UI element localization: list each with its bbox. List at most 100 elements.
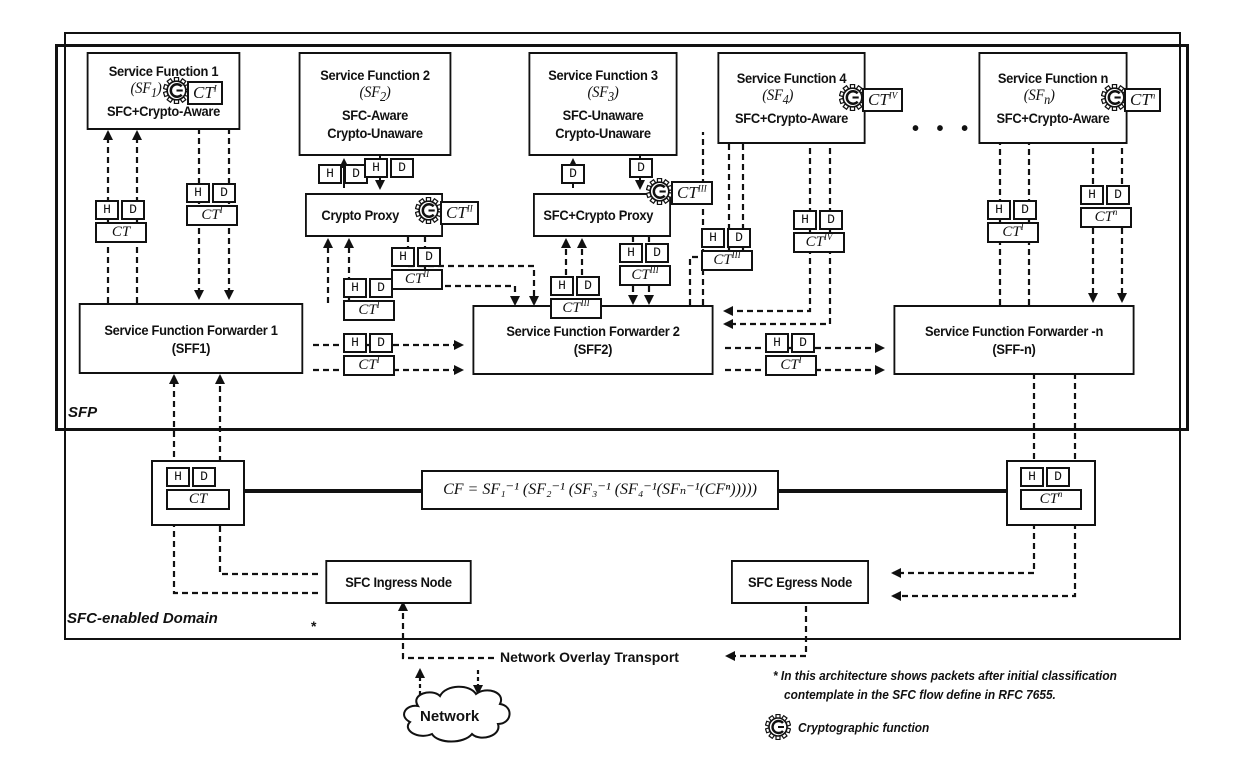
sfc-egress-node[interactable]: SFC Egress Node bbox=[731, 560, 869, 604]
packet: H D CTI bbox=[186, 183, 238, 226]
sff-id: (SFF1) bbox=[171, 339, 211, 356]
asterisk-marker: * bbox=[311, 618, 317, 634]
packet-data: D bbox=[369, 333, 393, 353]
packet-header: H bbox=[550, 276, 574, 296]
packet-header-data: D bbox=[561, 164, 585, 184]
sf-capability: SFC+Crypto-Aware bbox=[734, 110, 849, 127]
packet-header-data: D bbox=[629, 158, 653, 178]
network-label: Network bbox=[420, 708, 480, 725]
packet: H D CTII bbox=[391, 247, 443, 290]
packet-header: H bbox=[1020, 467, 1044, 487]
packet-header-data: HD bbox=[987, 200, 1039, 220]
packet-data: D bbox=[727, 228, 751, 248]
sf-capability: Crypto-Unaware bbox=[327, 125, 423, 142]
packet-data: D bbox=[192, 467, 216, 487]
packet: H D CTn bbox=[1080, 185, 1132, 228]
packet-header-data: HD bbox=[318, 164, 368, 184]
packet-data: D bbox=[561, 164, 585, 184]
sf-symbol: (SF1) bbox=[130, 79, 162, 101]
packet-crypto-text: CTn bbox=[1020, 489, 1082, 510]
packet-header: H bbox=[987, 200, 1011, 220]
packet-header-data: HD bbox=[550, 276, 602, 296]
packet-crypto-text: CTIII bbox=[701, 250, 753, 271]
packet-header: H bbox=[364, 158, 388, 178]
packet-crypto-text: CTIII bbox=[550, 298, 602, 319]
packet-crypto-text: CTI bbox=[186, 205, 238, 226]
link-transport-ingress bbox=[398, 601, 494, 660]
sff-title: Service Function Forwarder 1 bbox=[104, 321, 278, 338]
packet: H D CTIV bbox=[793, 210, 845, 253]
sff-id: (SFF2) bbox=[573, 341, 613, 357]
packet-crypto-text: CTn bbox=[1080, 207, 1132, 228]
packet-header: H bbox=[95, 200, 119, 220]
packet-header: H bbox=[318, 164, 342, 184]
sff-title: Service Function Forwarder -n bbox=[924, 323, 1104, 339]
packet-header: H bbox=[619, 243, 643, 263]
packet-header: H bbox=[793, 210, 817, 230]
packet-header: H bbox=[701, 228, 725, 248]
packet-crypto-text: CTII bbox=[391, 269, 443, 290]
packet: H D CTI bbox=[343, 278, 395, 321]
sf-capability: Crypto-Unaware bbox=[555, 125, 651, 142]
ingress-label: SFC Ingress Node bbox=[345, 574, 452, 590]
packet-data: D bbox=[417, 247, 441, 267]
sfc-ingress-node[interactable]: SFC Ingress Node bbox=[325, 560, 472, 604]
sff-1[interactable]: Service Function Forwarder 1 (SFF1) bbox=[78, 303, 304, 374]
packet-crypto-text: CTI bbox=[765, 355, 817, 376]
network-overlay-transport: Network Overlay Transport bbox=[500, 649, 679, 665]
packet-header-data: HD bbox=[619, 243, 671, 263]
sf-symbol: (SF3) bbox=[587, 83, 619, 105]
packet-data: D bbox=[1106, 185, 1130, 205]
egress-label: SFC Egress Node bbox=[748, 574, 852, 590]
sf-title: Service Function 3 bbox=[548, 66, 658, 83]
packet-header-data: HD bbox=[765, 333, 817, 353]
packet-data: D bbox=[1046, 467, 1070, 487]
footnote-line1: * In this architecture shows packets aft… bbox=[773, 669, 1117, 683]
packet-data: D bbox=[212, 183, 236, 203]
sfc-crypto-architecture-diagram: SFP SFC-enabled Domain Service Function … bbox=[0, 0, 1240, 782]
packet-header-data: HD bbox=[793, 210, 845, 230]
footnote-line2: contemplate in the SFC flow define in RF… bbox=[784, 688, 1056, 702]
packet-header: H bbox=[186, 183, 210, 203]
sf-symbol: (SFn) bbox=[1023, 86, 1055, 108]
cryptographic-function-legend-icon bbox=[764, 713, 792, 741]
sf-capability: SFC-Unaware bbox=[562, 107, 644, 124]
packet-header: H bbox=[343, 278, 367, 298]
packet-header-data: H D bbox=[166, 467, 230, 487]
packet-header-data: HD bbox=[364, 158, 414, 178]
packet-crypto-text: CTI bbox=[343, 355, 395, 376]
packet-crypto-text: CTIII bbox=[619, 265, 671, 286]
packet-header-data: H D bbox=[1020, 467, 1082, 487]
sf-title: Service Function n bbox=[997, 69, 1109, 86]
sff-id: (SFF-n) bbox=[992, 341, 1036, 357]
sff-title: Service Function Forwarder 2 bbox=[506, 323, 680, 339]
packet: H D CTI bbox=[343, 333, 395, 376]
packet-header-data: HD bbox=[391, 247, 443, 267]
packet-crypto-text: CTI bbox=[987, 222, 1039, 243]
crypto-tag-sfc-crypto-proxy: CTIII bbox=[671, 181, 713, 205]
packet-header-data: HD bbox=[186, 183, 238, 203]
packet-data: D bbox=[629, 158, 653, 178]
crypto-tag-sf1: CTI bbox=[187, 81, 223, 105]
service-function-2[interactable]: Service Function 2 (SF2) SFC-Aware Crypt… bbox=[298, 52, 452, 156]
packet: H D CTIII bbox=[550, 276, 602, 319]
packet-header: H bbox=[391, 247, 415, 267]
sf-symbol: (SF4) bbox=[762, 86, 794, 108]
sf-capability: SFC+Crypto-Aware bbox=[996, 110, 1110, 127]
packet-header: H bbox=[765, 333, 789, 353]
packet-data: D bbox=[1013, 200, 1037, 220]
sf-title: Service Function 4 bbox=[736, 69, 847, 86]
crypto-tag-sfn: CTn bbox=[1124, 88, 1162, 112]
packet-header-data: HD bbox=[95, 200, 147, 220]
packet-header-data: HD bbox=[701, 228, 753, 248]
proxy-label: SFC+Crypto Proxy bbox=[543, 207, 654, 223]
packet-header: H bbox=[343, 333, 367, 353]
sff-n[interactable]: Service Function Forwarder -n (SFF-n) bbox=[893, 305, 1135, 375]
packet-data: D bbox=[819, 210, 843, 230]
packet-data: D bbox=[369, 278, 393, 298]
crypto-tag-sf4: CTIV bbox=[862, 88, 904, 112]
packet-crypto-text: CTIV bbox=[793, 232, 845, 253]
packet-crypto-text: CT bbox=[166, 489, 230, 510]
packet-crypto-text: CT bbox=[95, 222, 147, 243]
service-function-3[interactable]: Service Function 3 (SF3) SFC-Unaware Cry… bbox=[528, 52, 678, 156]
